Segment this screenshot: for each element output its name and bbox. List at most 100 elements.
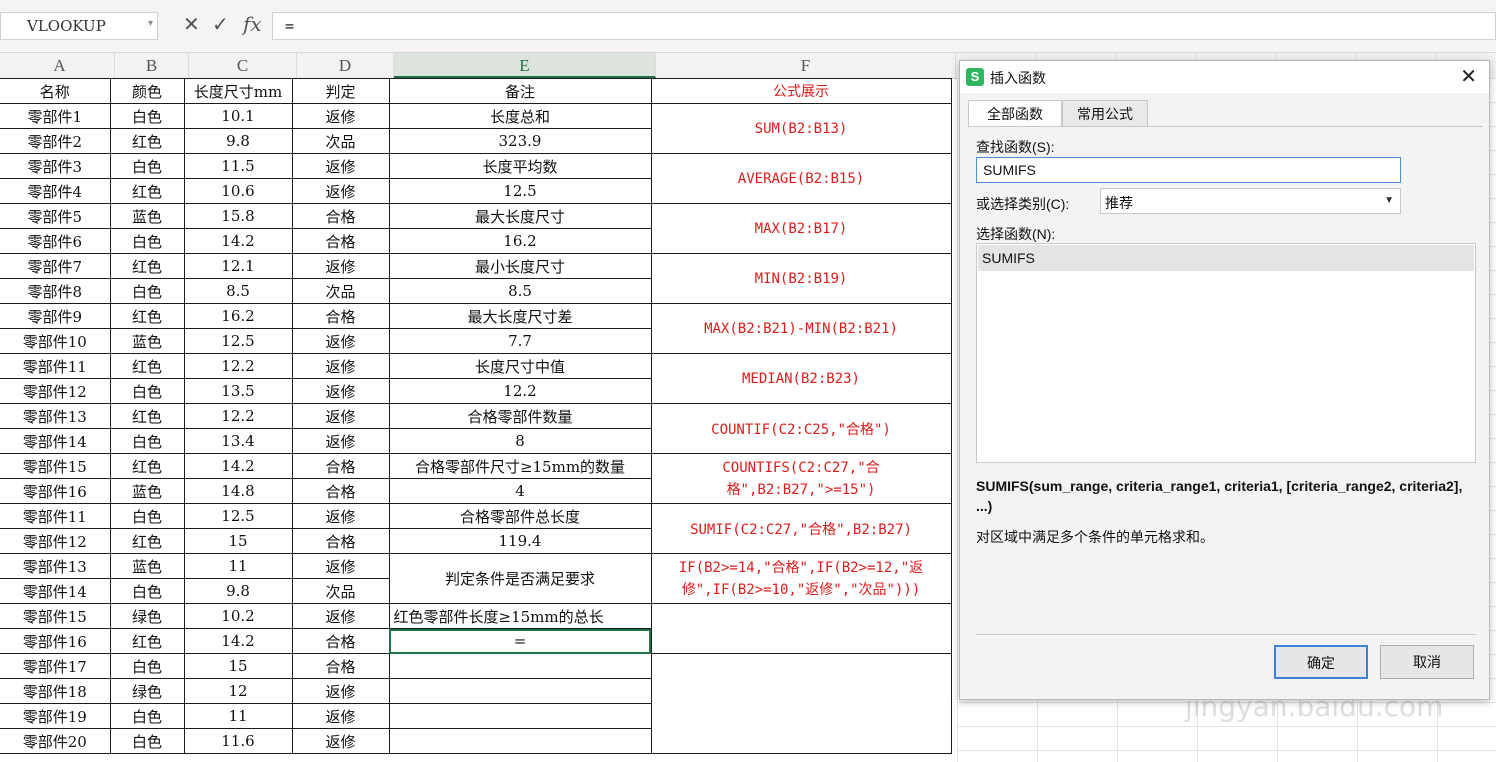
- color-cell[interactable]: 红色: [109, 528, 185, 554]
- length-cell[interactable]: 8.5: [183, 278, 293, 304]
- length-cell[interactable]: 11: [183, 703, 293, 729]
- part-name-cell[interactable]: 零部件15: [0, 453, 111, 479]
- judgement-cell[interactable]: 返修: [291, 328, 390, 354]
- enter-icon[interactable]: ✓: [212, 12, 229, 36]
- header-formula[interactable]: 公式展示: [650, 78, 952, 104]
- formula-cell[interactable]: COUNTIF(C2:C25,"合格"): [650, 403, 952, 454]
- tab-common-formulas[interactable]: 常用公式: [1062, 100, 1148, 126]
- length-cell[interactable]: 12.2: [183, 353, 293, 379]
- part-name-cell[interactable]: 零部件13: [0, 403, 111, 429]
- length-cell[interactable]: 16.2: [183, 303, 293, 329]
- color-cell[interactable]: 白色: [109, 703, 185, 729]
- length-cell[interactable]: 13.4: [183, 428, 293, 454]
- formula-cell[interactable]: AVERAGE(B2:B15): [650, 153, 952, 204]
- formula-cell[interactable]: MAX(B2:B21)-MIN(B2:B21): [650, 303, 952, 354]
- length-cell[interactable]: 11.5: [183, 153, 293, 179]
- length-cell[interactable]: 11: [183, 553, 293, 579]
- judgement-cell[interactable]: 合格: [291, 203, 390, 229]
- column-header-d[interactable]: D: [297, 53, 394, 78]
- judgement-cell[interactable]: 次品: [291, 278, 390, 304]
- judgement-cell[interactable]: 次品: [291, 578, 390, 604]
- formula-cell[interactable]: COUNTIFS(C2:C27,"合格",B2:B27,">=15"): [650, 453, 952, 504]
- formula-cell[interactable]: SUM(B2:B13): [650, 103, 952, 154]
- part-name-cell[interactable]: 零部件4: [0, 178, 111, 204]
- part-name-cell[interactable]: 零部件15: [0, 603, 111, 629]
- formula-cell[interactable]: MAX(B2:B17): [650, 203, 952, 254]
- judgement-cell[interactable]: 返修: [291, 178, 390, 204]
- length-cell[interactable]: 15.8: [183, 203, 293, 229]
- judgement-cell[interactable]: 返修: [291, 403, 390, 429]
- length-cell[interactable]: 9.8: [183, 128, 293, 154]
- judgement-cell[interactable]: 合格: [291, 228, 390, 254]
- part-name-cell[interactable]: 零部件9: [0, 303, 111, 329]
- judgement-cell[interactable]: 合格: [291, 303, 390, 329]
- formula-cell[interactable]: IF(B2>=14,"合格",IF(B2>=12,"返修",IF(B2>=10,…: [650, 553, 952, 604]
- notes-cell[interactable]: 7.7: [388, 328, 652, 354]
- cancel-icon[interactable]: ✕: [183, 12, 200, 36]
- judgement-cell[interactable]: 返修: [291, 103, 390, 129]
- color-cell[interactable]: 红色: [109, 303, 185, 329]
- notes-cell[interactable]: 红色零部件长度≥15mm的总长: [388, 603, 652, 629]
- judgement-cell[interactable]: 返修: [291, 603, 390, 629]
- empty-cell[interactable]: [388, 703, 652, 729]
- color-cell[interactable]: 白色: [109, 103, 185, 129]
- color-cell[interactable]: 蓝色: [109, 553, 185, 579]
- length-cell[interactable]: 12.5: [183, 328, 293, 354]
- judgement-cell[interactable]: 合格: [291, 478, 390, 504]
- color-cell[interactable]: 白色: [109, 653, 185, 679]
- judgement-cell[interactable]: 合格: [291, 653, 390, 679]
- header-judgement[interactable]: 判定: [291, 78, 390, 104]
- part-name-cell[interactable]: 零部件2: [0, 128, 111, 154]
- judgement-cell[interactable]: 返修: [291, 253, 390, 279]
- part-name-cell[interactable]: 零部件20: [0, 728, 111, 754]
- judgement-cell[interactable]: 返修: [291, 153, 390, 179]
- color-cell[interactable]: 蓝色: [109, 203, 185, 229]
- part-name-cell[interactable]: 零部件11: [0, 503, 111, 529]
- function-search-input[interactable]: SUMIFS: [976, 157, 1401, 183]
- notes-cell[interactable]: 最大长度尺寸差: [388, 303, 652, 329]
- notes-cell[interactable]: 12.5: [388, 178, 652, 204]
- length-cell[interactable]: 10.1: [183, 103, 293, 129]
- part-name-cell[interactable]: 零部件12: [0, 378, 111, 404]
- part-name-cell[interactable]: 零部件3: [0, 153, 111, 179]
- length-cell[interactable]: 14.2: [183, 453, 293, 479]
- column-header-a[interactable]: A: [5, 53, 115, 78]
- notes-cell[interactable]: 长度平均数: [388, 153, 652, 179]
- length-cell[interactable]: 14.8: [183, 478, 293, 504]
- active-cell[interactable]: =: [388, 628, 652, 654]
- part-name-cell[interactable]: 零部件6: [0, 228, 111, 254]
- header-length[interactable]: 长度尺寸mm: [183, 78, 293, 104]
- cancel-button[interactable]: 取消: [1380, 645, 1474, 679]
- length-cell[interactable]: 12.2: [183, 403, 293, 429]
- color-cell[interactable]: 红色: [109, 453, 185, 479]
- notes-cell[interactable]: 长度尺寸中值: [388, 353, 652, 379]
- formula-input[interactable]: =: [272, 12, 1496, 40]
- part-name-cell[interactable]: 零部件1: [0, 103, 111, 129]
- empty-cell[interactable]: [388, 728, 652, 754]
- notes-cell[interactable]: 8: [388, 428, 652, 454]
- part-name-cell[interactable]: 零部件7: [0, 253, 111, 279]
- column-header-c[interactable]: C: [189, 53, 297, 78]
- empty-cell[interactable]: [650, 603, 952, 654]
- color-cell[interactable]: 蓝色: [109, 328, 185, 354]
- color-cell[interactable]: 白色: [109, 578, 185, 604]
- part-name-cell[interactable]: 零部件14: [0, 428, 111, 454]
- empty-cell[interactable]: [388, 678, 652, 704]
- notes-cell[interactable]: 119.4: [388, 528, 652, 554]
- length-cell[interactable]: 11.6: [183, 728, 293, 754]
- length-cell[interactable]: 14.2: [183, 628, 293, 654]
- length-cell[interactable]: 10.2: [183, 603, 293, 629]
- category-select[interactable]: 推荐 ▼: [1100, 188, 1401, 214]
- length-cell[interactable]: 12: [183, 678, 293, 704]
- close-icon[interactable]: ✕: [1460, 64, 1477, 89]
- chevron-down-icon[interactable]: ▼: [1384, 195, 1394, 206]
- part-name-cell[interactable]: 零部件5: [0, 203, 111, 229]
- part-name-cell[interactable]: 零部件12: [0, 528, 111, 554]
- formula-cell[interactable]: MEDIAN(B2:B23): [650, 353, 952, 404]
- notes-cell[interactable]: 合格零部件数量: [388, 403, 652, 429]
- judgement-cell[interactable]: 返修: [291, 678, 390, 704]
- notes-cell[interactable]: 8.5: [388, 278, 652, 304]
- judgement-cell[interactable]: 返修: [291, 353, 390, 379]
- judgement-cell[interactable]: 返修: [291, 378, 390, 404]
- color-cell[interactable]: 绿色: [109, 678, 185, 704]
